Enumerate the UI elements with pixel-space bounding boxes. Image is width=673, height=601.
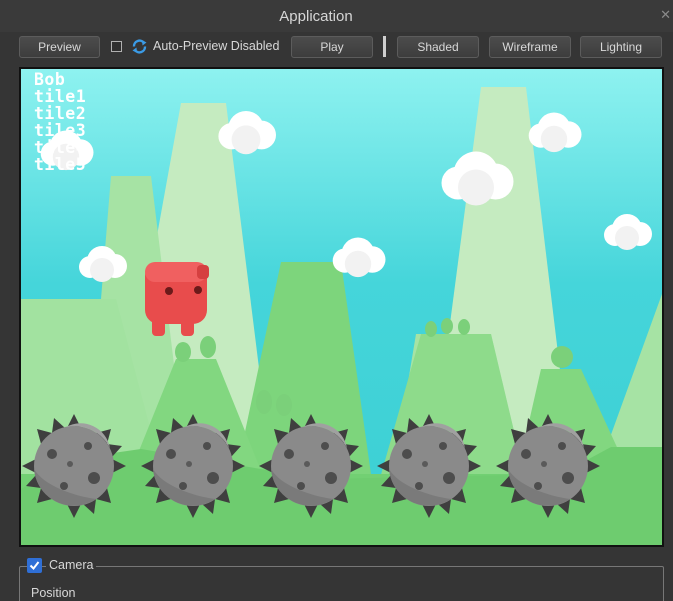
- camera-group: [19, 566, 664, 601]
- debug-line: tile3: [34, 121, 87, 140]
- camera-label: Camera: [46, 558, 97, 572]
- wireframe-button[interactable]: Wireframe: [489, 36, 571, 58]
- debug-line: tile5: [34, 155, 87, 174]
- debug-line: tile4: [34, 138, 87, 157]
- debug-line: Bob: [34, 70, 66, 89]
- position-label: Position: [31, 586, 76, 600]
- checkmark-icon: [29, 561, 40, 571]
- close-icon[interactable]: ✕: [660, 8, 671, 23]
- lighting-button[interactable]: Lighting: [580, 36, 662, 58]
- game-scene: [21, 69, 662, 545]
- preview-button[interactable]: Preview: [19, 36, 100, 58]
- debug-line: tile1: [34, 87, 87, 106]
- debug-overlay: Bob tile1 tile2 tile3 tile4 tile5: [34, 71, 86, 173]
- auto-preview-checkbox[interactable]: [111, 41, 122, 52]
- toolbar-separator: [383, 36, 386, 57]
- auto-preview-label: Auto-Preview Disabled: [153, 39, 280, 53]
- refresh-icon[interactable]: [131, 38, 148, 55]
- window-title: Application: [279, 8, 353, 25]
- title-bar: Application ✕: [0, 0, 673, 32]
- play-button[interactable]: Play: [291, 36, 373, 58]
- game-viewport[interactable]: Bob tile1 tile2 tile3 tile4 tile5: [19, 67, 664, 547]
- camera-checkbox[interactable]: [27, 558, 42, 573]
- debug-line: tile2: [34, 104, 87, 123]
- shaded-button[interactable]: Shaded: [397, 36, 479, 58]
